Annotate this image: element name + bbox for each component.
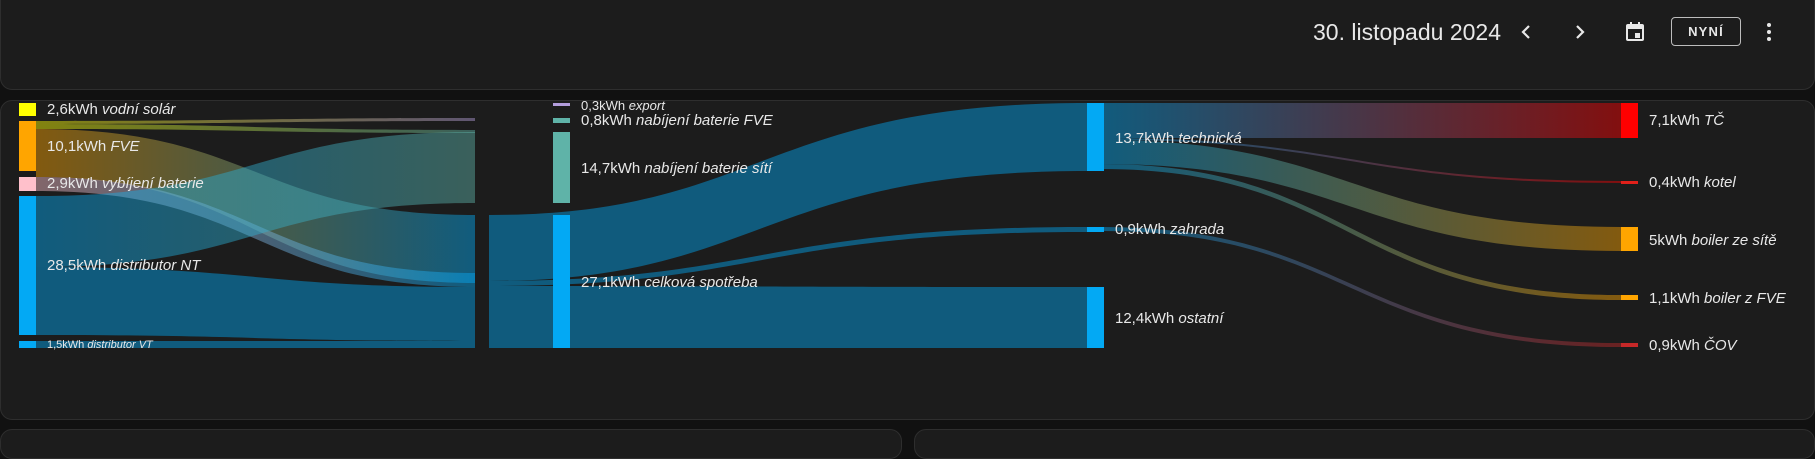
calendar-button[interactable] (1615, 12, 1655, 52)
label-vodni-solar: 2,6kWh vodní solár (47, 101, 176, 118)
header-card: 30. listopadu 2024 NYNÍ (0, 0, 1815, 90)
node-vybijeni-baterie (19, 177, 36, 191)
label-ostatni: 12,4kWh ostatní (1115, 310, 1225, 327)
link-vodni-solar-nabijeni-fve (36, 124, 475, 133)
chevron-right-icon (1576, 25, 1585, 39)
node-distributor-nt (19, 196, 36, 335)
sankey-diagram: 2,6kWh vodní solár 10,1kWh FVE 2,9kWh vy… (19, 101, 1787, 354)
node-celkova-spotreba (553, 215, 570, 348)
node-nabijeni-baterie-fve (553, 118, 570, 123)
chevron-left-icon (1521, 25, 1530, 39)
bottom-right-card (914, 429, 1815, 459)
node-boiler-fve (1621, 295, 1638, 300)
now-button[interactable]: NYNÍ (1671, 17, 1741, 46)
label-distributor-nt: 28,5kWh distributor NT (47, 257, 202, 274)
node-export (553, 103, 570, 106)
node-distributor-vt (19, 341, 36, 348)
label-fve: 10,1kWh FVE (47, 138, 141, 155)
node-nabijeni-baterie-site (553, 132, 570, 203)
node-vodni-solar (19, 103, 36, 116)
node-cov (1621, 343, 1638, 347)
label-tc: 7,1kWh TČ (1649, 112, 1724, 129)
node-fve (19, 121, 36, 171)
previous-day-button[interactable] (1506, 12, 1546, 52)
more-options-button[interactable] (1749, 12, 1789, 52)
label-distributor-vt: 1,5kWh distributor VT (47, 339, 154, 351)
node-tc (1621, 103, 1638, 138)
label-vybijeni-baterie: 2,9kWh vybíjení baterie (47, 175, 204, 192)
label-kotel: 0,4kWh kotel (1649, 174, 1736, 191)
energy-sankey-card: 2,6kWh vodní solár 10,1kWh FVE 2,9kWh vy… (0, 100, 1815, 420)
node-boiler-site (1621, 227, 1638, 251)
calendar-icon (1626, 22, 1644, 41)
bottom-left-card (0, 429, 902, 459)
label-nabijeni-baterie-fve: 0,8kWh nabíjení baterie FVE (581, 112, 774, 129)
node-ostatni (1087, 287, 1104, 348)
node-technicka (1087, 103, 1104, 171)
more-vert-icon (1767, 23, 1771, 41)
link-vodni-solar-export (36, 118, 475, 124)
label-nabijeni-baterie-site: 14,7kWh nabíjení baterie sítí (581, 160, 774, 177)
label-technicka: 13,7kWh technická (1115, 130, 1242, 147)
date-label: 30. listopadu 2024 (1313, 19, 1501, 45)
label-boiler-fve: 1,1kWh boiler z FVE (1649, 290, 1787, 307)
link-spotreba-ostatni (489, 286, 1087, 348)
node-zahrada (1087, 227, 1104, 232)
label-zahrada: 0,9kWh zahrada (1115, 221, 1224, 238)
next-day-button[interactable] (1560, 12, 1600, 52)
label-boiler-site: 5kWh boiler ze sítě (1649, 232, 1777, 249)
label-celkova-spotreba: 27,1kWh celková spotřeba (581, 274, 758, 291)
sankey-links (36, 103, 1621, 348)
node-kotel (1621, 181, 1638, 184)
label-cov: 0,9kWh ČOV (1649, 337, 1739, 354)
